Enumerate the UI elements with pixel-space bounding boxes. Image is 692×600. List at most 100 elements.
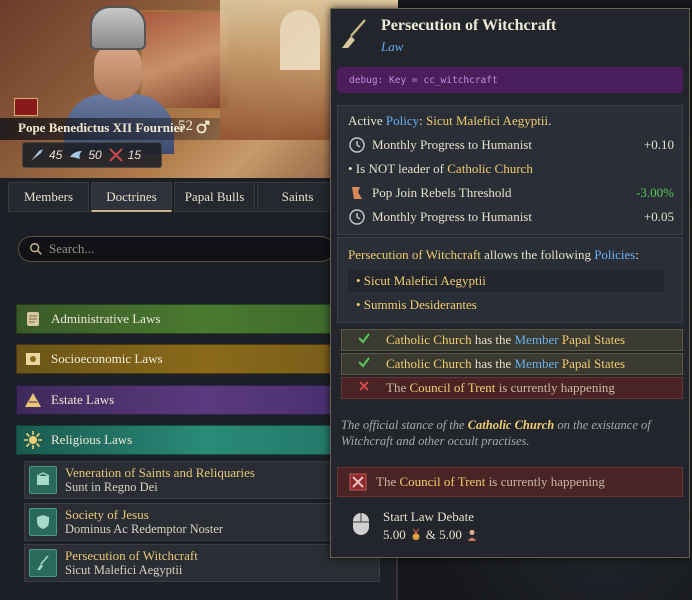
tooltip-header: Persecution of Witchcraft Law xyxy=(331,9,689,59)
search-bar[interactable] xyxy=(18,236,334,262)
trigger-mid: has the xyxy=(471,356,515,371)
category-label: Administrative Laws xyxy=(51,311,161,326)
trigger-entity[interactable]: Council of Trent xyxy=(409,380,495,395)
tooltip-type: Law xyxy=(381,39,404,54)
tab-members[interactable]: Members xyxy=(8,182,89,212)
block-entity[interactable]: Council of Trent xyxy=(399,474,485,489)
category-administrative-laws[interactable]: Administrative Laws xyxy=(16,304,332,334)
trigger-row-unmet: The Council of Trent is currently happen… xyxy=(341,377,683,399)
law-tooltip: Persecution of Witchcraft Law debug: Key… xyxy=(330,8,690,558)
humanist-icon xyxy=(349,137,365,153)
effect-label: Pop Join Rebels Threshold xyxy=(372,185,512,200)
policy-name: • Summis Desiderantes xyxy=(356,297,477,312)
cost-value: 5.00 xyxy=(383,527,406,542)
law-item-veneration[interactable]: Veneration of Saints and Reliquaries Sun… xyxy=(24,461,380,499)
trigger-row-met: Catholic Church has the Member Papal Sta… xyxy=(341,329,683,351)
trigger-target[interactable]: Papal States xyxy=(562,356,625,371)
humanist-icon xyxy=(349,209,365,225)
effect-value: -3.00% xyxy=(636,185,674,200)
ruler-name[interactable]: Pope Benedictus XII Fournier xyxy=(18,120,185,136)
debug-key: debug: Key = cc_witchcraft xyxy=(337,67,683,93)
diplomatic-stat[interactable]: 50 xyxy=(68,147,102,163)
ruler-age: 52 xyxy=(178,118,193,134)
effect-row: Monthly Progress to Humanist +0.10 xyxy=(348,134,678,156)
cost-value: & 5.00 xyxy=(425,527,462,542)
policy-word[interactable]: Policy xyxy=(386,113,419,128)
administrative-stat[interactable]: 45 xyxy=(29,147,62,163)
category-label: Religious Laws xyxy=(51,432,133,447)
reliquary-icon xyxy=(29,466,57,494)
search-icon xyxy=(30,243,42,255)
category-socioeconomic-laws[interactable]: Socioeconomic Laws xyxy=(16,344,332,374)
tab-doctrines[interactable]: Doctrines xyxy=(91,182,172,212)
allows-mid: allows the following xyxy=(480,247,595,262)
condition-entity[interactable]: Catholic Church xyxy=(447,161,533,176)
law-policy: Dominus Ac Redemptor Noster xyxy=(65,522,223,536)
trigger-entity[interactable]: Catholic Church xyxy=(386,332,472,347)
trigger-prefix: The xyxy=(386,380,410,395)
allows-heading: Persecution of Witchcraft allows the fol… xyxy=(348,244,678,266)
trigger-row-met: Catholic Church has the Member Papal Sta… xyxy=(341,353,683,375)
sun-icon xyxy=(24,431,42,449)
shield-icon xyxy=(29,508,57,536)
mouse-click-icon xyxy=(353,513,369,535)
active-policy-box: Active Policy: Sicut Malefici Aegyptii. … xyxy=(337,105,683,235)
rebels-icon xyxy=(352,187,362,199)
debate-label: Start Law Debate xyxy=(383,509,474,524)
law-item-persecution-of-witchcraft[interactable]: Persecution of Witchcraft Sicut Malefici… xyxy=(24,544,380,582)
cross-icon xyxy=(342,379,386,397)
search-input[interactable] xyxy=(49,241,309,257)
allows-law[interactable]: Persecution of Witchcraft xyxy=(348,247,481,262)
condition-prefix: • Is NOT leader of xyxy=(348,161,448,176)
trigger-mid: has the xyxy=(471,332,515,347)
blocked-reason: The Council of Trent is currently happen… xyxy=(337,467,683,497)
category-label: Estate Laws xyxy=(51,392,115,407)
male-icon xyxy=(196,120,210,134)
desc-entity[interactable]: Catholic Church xyxy=(468,418,555,432)
active-period: . xyxy=(548,113,552,128)
military-stat[interactable]: 15 xyxy=(108,147,141,163)
effect-label: Monthly Progress to Humanist xyxy=(372,137,532,152)
law-policy: Sunt in Regno Dei xyxy=(65,480,158,494)
medal-icon xyxy=(412,528,420,541)
effect-value: +0.05 xyxy=(643,209,674,224)
trigger-target[interactable]: Papal States xyxy=(562,332,625,347)
quill-icon xyxy=(31,149,43,161)
law-title: Persecution of Witchcraft xyxy=(65,548,198,563)
trigger-role[interactable]: Member xyxy=(515,332,559,347)
policy-item[interactable]: • Sicut Malefici Aegyptii xyxy=(348,270,664,292)
allows-colon: : xyxy=(635,247,639,262)
policies-word[interactable]: Policies xyxy=(594,247,635,262)
active-colon: : xyxy=(419,113,427,128)
tab-saints[interactable]: Saints xyxy=(257,182,338,212)
panel-tabs: Members Doctrines Papal Bulls Saints xyxy=(8,182,338,212)
active-policy-name[interactable]: Sicut Malefici Aegyptii xyxy=(426,113,548,128)
effect-label: Monthly Progress to Humanist xyxy=(372,209,532,224)
category-label: Socioeconomic Laws xyxy=(51,351,163,366)
broom-icon xyxy=(342,19,366,48)
broom-icon xyxy=(29,549,57,577)
trigger-role[interactable]: Member xyxy=(515,356,559,371)
active-prefix: Active xyxy=(348,113,386,128)
trigger-suffix: is currently happening xyxy=(495,380,615,395)
debate-cost: 5.00 & 5.00 xyxy=(383,527,478,543)
diplomatic-value: 50 xyxy=(88,148,102,162)
law-title: Veneration of Saints and Reliquaries xyxy=(65,465,255,480)
checkmark-icon xyxy=(342,355,386,373)
law-item-society-of-jesus[interactable]: Society of Jesus Dominus Ac Redemptor No… xyxy=(24,503,380,541)
category-religious-laws[interactable]: Religious Laws xyxy=(16,425,332,455)
policy-name: • Sicut Malefici Aegyptii xyxy=(356,273,486,288)
tab-papal-bulls[interactable]: Papal Bulls xyxy=(174,182,255,212)
effect-value: +0.10 xyxy=(643,137,674,152)
estate-icon xyxy=(467,529,477,541)
checkmark-icon xyxy=(342,331,386,349)
country-flag-icon[interactable] xyxy=(14,98,38,116)
start-law-debate[interactable]: Start Law Debate 5.00 & 5.00 xyxy=(349,507,669,551)
blocked-icon xyxy=(349,473,367,491)
condition-row: • Is NOT leader of Catholic Church xyxy=(348,158,678,180)
tooltip-title: Persecution of Witchcraft xyxy=(381,17,557,34)
policy-item[interactable]: • Summis Desiderantes xyxy=(348,294,664,316)
scroll-icon xyxy=(27,312,39,326)
category-estate-laws[interactable]: Estate Laws xyxy=(16,385,332,415)
trigger-entity[interactable]: Catholic Church xyxy=(386,356,472,371)
